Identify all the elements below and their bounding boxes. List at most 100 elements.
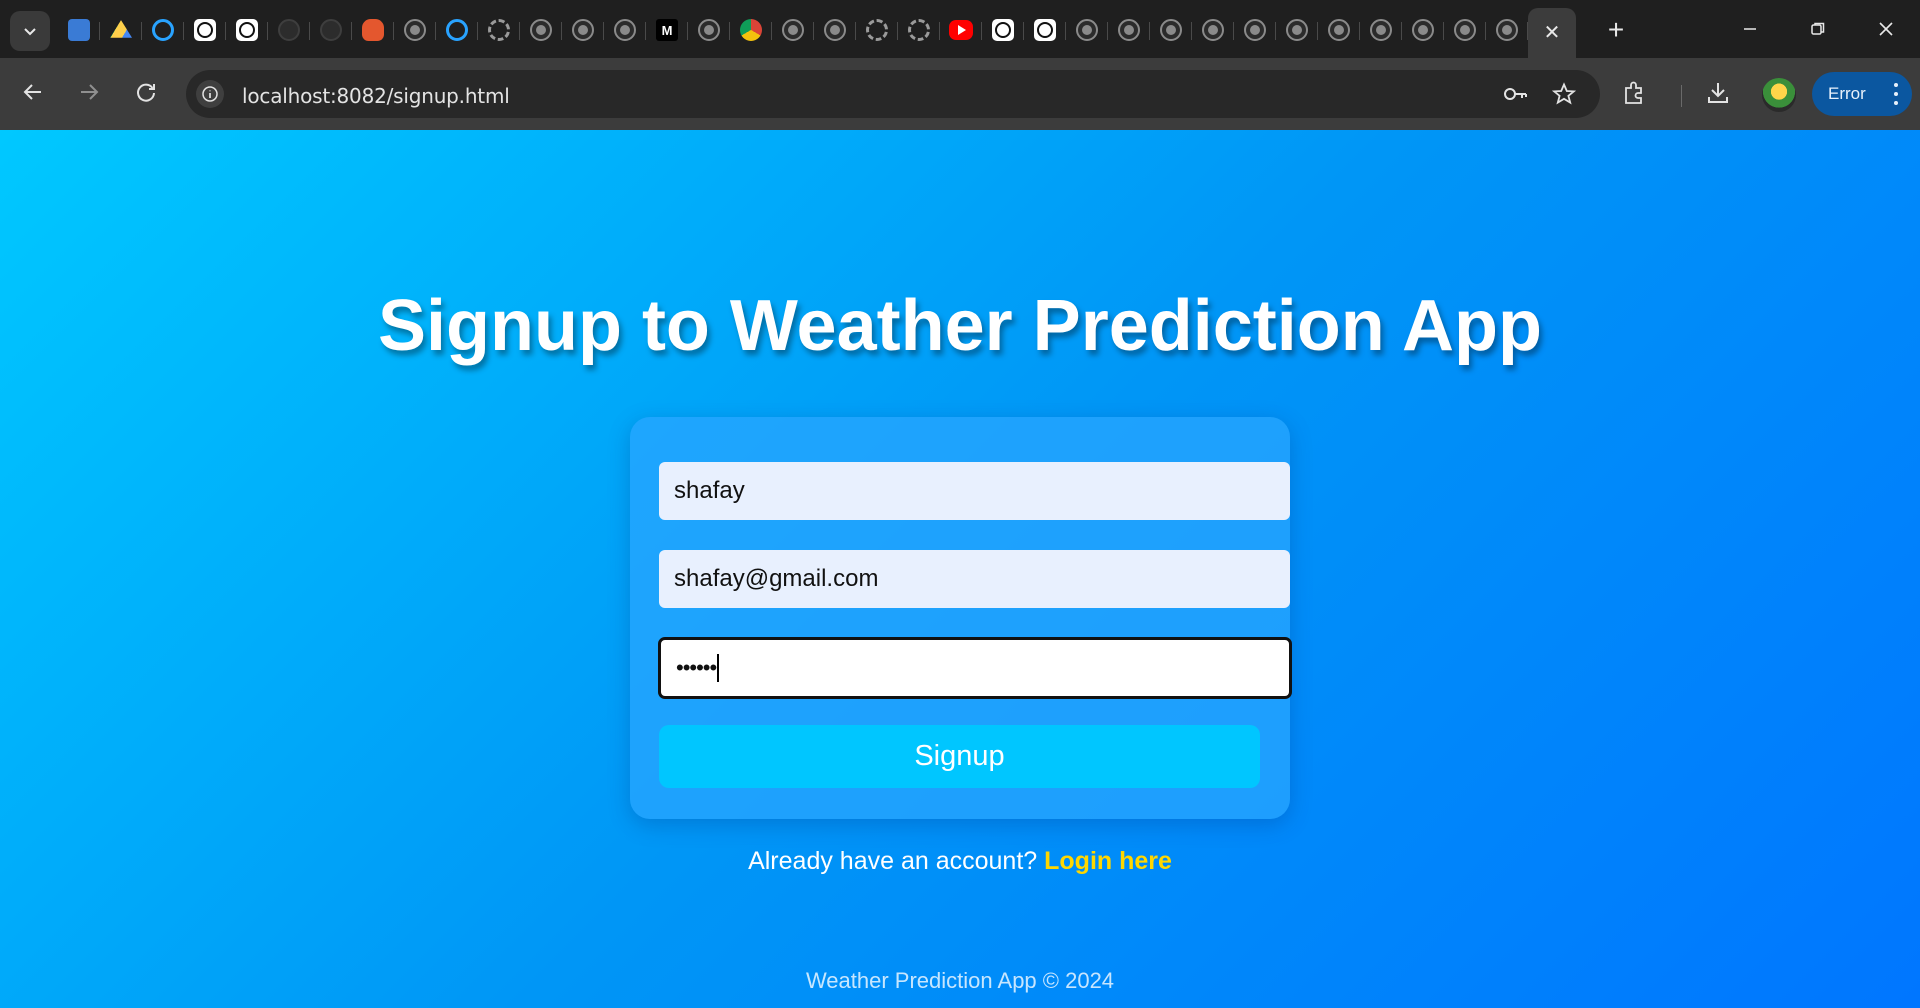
globe-icon bbox=[782, 19, 804, 41]
key-icon bbox=[1504, 88, 1527, 100]
browser-tab[interactable] bbox=[142, 8, 184, 52]
globe-icon bbox=[1076, 19, 1098, 41]
url-text[interactable]: localhost:8082/signup.html bbox=[242, 84, 510, 108]
signup-button[interactable]: Signup bbox=[659, 725, 1260, 788]
browser-tab[interactable] bbox=[1360, 8, 1402, 52]
new-tab-button[interactable]: + bbox=[1598, 12, 1634, 48]
browser-tab[interactable] bbox=[58, 8, 100, 52]
browser-tab[interactable] bbox=[856, 8, 898, 52]
password-key-icon[interactable] bbox=[1502, 82, 1528, 111]
profile-avatar[interactable] bbox=[1762, 78, 1796, 112]
browser-tab[interactable] bbox=[1402, 8, 1444, 52]
browser-toolbar: localhost:8082/signup.html Error bbox=[0, 58, 1920, 130]
active-tab[interactable]: ✕ bbox=[1528, 8, 1576, 58]
browser-tab[interactable] bbox=[226, 8, 268, 52]
youtube-icon bbox=[949, 20, 973, 40]
browser-tab[interactable] bbox=[184, 8, 226, 52]
browser-tab[interactable] bbox=[814, 8, 856, 52]
ring-gray-icon bbox=[908, 19, 930, 41]
downloads-button[interactable] bbox=[1705, 80, 1731, 111]
more-menu-icon bbox=[1894, 83, 1898, 105]
profile-error-button[interactable]: Error bbox=[1812, 72, 1912, 116]
browser-tab[interactable] bbox=[898, 8, 940, 52]
browser-tab[interactable] bbox=[1318, 8, 1360, 52]
browser-tab[interactable] bbox=[352, 8, 394, 52]
login-prompt: Already have an account? Login here bbox=[0, 847, 1920, 876]
globe-icon bbox=[1160, 19, 1182, 41]
arrow-right-icon bbox=[81, 84, 99, 100]
browser-tab[interactable] bbox=[730, 8, 772, 52]
tab-list: M ✕ bbox=[58, 8, 1576, 58]
browser-tab[interactable] bbox=[436, 8, 478, 52]
browser-tab[interactable] bbox=[520, 8, 562, 52]
globe-icon bbox=[1496, 19, 1518, 41]
puzzle-icon bbox=[1625, 81, 1642, 104]
browser-tab[interactable] bbox=[100, 8, 142, 52]
extensions-button[interactable] bbox=[1622, 80, 1648, 111]
drive-icon bbox=[110, 20, 132, 38]
openai-icon bbox=[1034, 19, 1056, 41]
browser-tab[interactable] bbox=[1234, 8, 1276, 52]
forward-button[interactable] bbox=[69, 72, 109, 112]
close-window-button[interactable] bbox=[1852, 0, 1920, 58]
browser-tab[interactable] bbox=[562, 8, 604, 52]
reload-button[interactable] bbox=[126, 72, 166, 112]
tab-close-icon[interactable]: ✕ bbox=[1544, 23, 1561, 43]
browser-tab[interactable] bbox=[1192, 8, 1234, 52]
close-icon bbox=[1879, 22, 1893, 36]
medium-icon: M bbox=[656, 19, 678, 41]
globe-icon bbox=[1370, 19, 1392, 41]
chevron-down-icon bbox=[24, 28, 36, 36]
bookmark-star-icon[interactable] bbox=[1551, 82, 1577, 111]
password-mask: •••••• bbox=[676, 655, 717, 680]
browser-tab[interactable] bbox=[604, 8, 646, 52]
browser-tab[interactable] bbox=[688, 8, 730, 52]
star-icon bbox=[1551, 82, 1577, 105]
browser-tab[interactable] bbox=[1024, 8, 1066, 52]
browser-tab[interactable] bbox=[394, 8, 436, 52]
restore-icon bbox=[1811, 22, 1825, 35]
back-button[interactable] bbox=[13, 72, 53, 112]
minimize-button[interactable] bbox=[1716, 0, 1784, 58]
ring-gray-icon bbox=[488, 19, 510, 41]
arrow-left-icon bbox=[23, 84, 41, 100]
browser-tab[interactable] bbox=[772, 8, 814, 52]
contacts-icon bbox=[68, 19, 90, 41]
browser-tab[interactable] bbox=[1444, 8, 1486, 52]
browser-tab[interactable] bbox=[940, 8, 982, 52]
signup-form: shafay shafay@gmail.com •••••• Signup bbox=[630, 417, 1292, 819]
browser-tab[interactable] bbox=[1066, 8, 1108, 52]
globe-icon bbox=[1286, 19, 1308, 41]
download-icon bbox=[1708, 83, 1728, 103]
browser-tab[interactable]: M bbox=[646, 8, 688, 52]
browser-tab[interactable] bbox=[1150, 8, 1192, 52]
page-title: Signup to Weather Prediction App bbox=[377, 286, 1543, 366]
reload-icon bbox=[137, 83, 155, 102]
email-input[interactable]: shafay@gmail.com bbox=[659, 550, 1290, 608]
tab-search-button[interactable] bbox=[10, 11, 50, 51]
browser-tab[interactable] bbox=[1108, 8, 1150, 52]
login-link[interactable]: Login here bbox=[1044, 847, 1172, 875]
username-input[interactable]: shafay bbox=[659, 462, 1290, 520]
browser-tab[interactable] bbox=[982, 8, 1024, 52]
address-bar[interactable]: localhost:8082/signup.html bbox=[186, 70, 1600, 118]
globe-icon bbox=[1118, 19, 1140, 41]
browser-tab[interactable] bbox=[310, 8, 352, 52]
openai-icon bbox=[194, 19, 216, 41]
restore-button[interactable] bbox=[1784, 0, 1852, 58]
globe-icon bbox=[1328, 19, 1350, 41]
browser-tab[interactable] bbox=[1276, 8, 1318, 52]
globe-icon bbox=[1202, 19, 1224, 41]
toolbar-divider bbox=[1681, 85, 1682, 107]
site-info-icon[interactable] bbox=[196, 80, 224, 108]
browser-tab[interactable] bbox=[1486, 8, 1528, 52]
password-input[interactable]: •••••• bbox=[658, 637, 1292, 699]
globe-icon bbox=[614, 19, 636, 41]
browser-tab[interactable] bbox=[478, 8, 520, 52]
github-icon bbox=[278, 19, 300, 41]
text-caret bbox=[717, 654, 720, 682]
login-prompt-text: Already have an account? bbox=[748, 847, 1038, 875]
globe-icon bbox=[824, 19, 846, 41]
browser-tab[interactable] bbox=[268, 8, 310, 52]
orange-app-icon bbox=[362, 19, 384, 41]
